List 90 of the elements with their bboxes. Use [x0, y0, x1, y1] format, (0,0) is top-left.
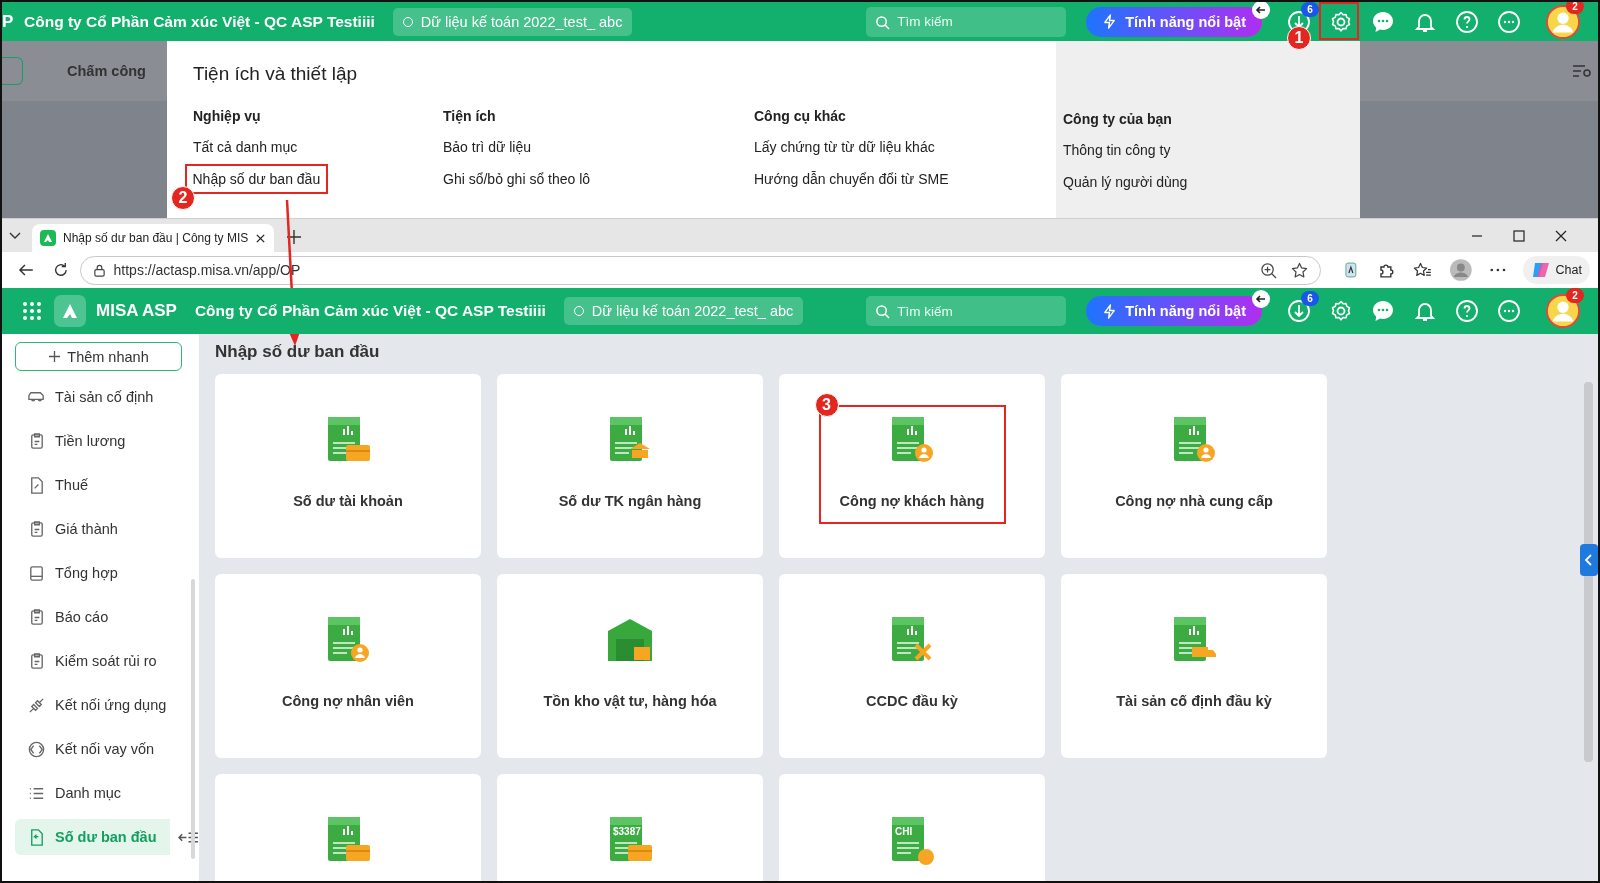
- option-card[interactable]: Tồn kho vật tư, hàng hóa: [497, 574, 763, 758]
- browser-tab[interactable]: Nhập số dư ban đầu | Công ty MIS: [32, 224, 275, 252]
- settings-icon[interactable]: [1329, 299, 1353, 323]
- maximize-icon[interactable]: [1513, 230, 1525, 242]
- scrollbar[interactable]: [1584, 382, 1593, 762]
- sidebar-item[interactable]: Kết nối vay vốn: [15, 731, 177, 767]
- option-card[interactable]: Số dư tài khoản: [215, 374, 481, 558]
- notification-badge: 6: [1301, 2, 1319, 17]
- globe-icon: [27, 739, 46, 759]
- logo-icon: [40, 230, 56, 246]
- sidebar-item[interactable]: Danh mục: [15, 775, 177, 811]
- sidebar-item[interactable]: Kiểm soát rủi ro: [15, 643, 177, 679]
- notification-badge: 6: [1301, 291, 1319, 306]
- lightning-icon: [1102, 303, 1118, 319]
- menu-item[interactable]: Tất cả danh mục: [193, 139, 298, 155]
- step-number: 2: [171, 186, 195, 210]
- profile-icon[interactable]: [1450, 259, 1472, 281]
- close-icon[interactable]: [1555, 230, 1567, 242]
- avatar-icon[interactable]: [1546, 4, 1580, 39]
- notification-badge: 2: [1566, 2, 1584, 14]
- tab[interactable]: Chấm công: [67, 63, 146, 79]
- scrollbar[interactable]: [191, 579, 195, 859]
- apps-grid-icon[interactable]: [22, 301, 42, 321]
- sidebar-item[interactable]: Tổng hợp: [15, 555, 177, 591]
- help-icon[interactable]: [1455, 9, 1479, 34]
- menu-item[interactable]: Hướng dẫn chuyển đổi từ SME: [754, 171, 949, 187]
- more-icon[interactable]: [1489, 267, 1506, 273]
- notification-badge: 2: [1566, 288, 1584, 303]
- puzzle-icon[interactable]: [1377, 261, 1396, 279]
- option-card[interactable]: Số dư TK ngân hàng: [497, 374, 763, 558]
- help-icon[interactable]: [1455, 299, 1479, 323]
- book-icon: [27, 563, 46, 583]
- card-label: Tồn kho vật tư, hàng hóa: [543, 693, 717, 709]
- feature-button[interactable]: Tính năng nổi bật: [1086, 6, 1262, 37]
- menu-item[interactable]: Bảo trì dữ liệu: [443, 139, 531, 155]
- menu-item[interactable]: Lấy chứng từ từ dữ liệu khác: [754, 139, 935, 155]
- logo-icon: [54, 295, 86, 327]
- sidebar-item[interactable]: Giá thành: [15, 511, 177, 547]
- copilot-icon: [1530, 260, 1551, 280]
- new-tab-icon[interactable]: [286, 229, 303, 245]
- sidebar-item[interactable]: Thuế: [15, 467, 177, 503]
- page-title: Nhập số dư ban đầu: [215, 342, 381, 362]
- option-card[interactable]: Công nợ khách hàng 3: [779, 374, 1045, 558]
- sidebar-item[interactable]: Tiền lương: [15, 423, 177, 459]
- sidebar-item[interactable]: Báo cáo: [15, 599, 177, 635]
- close-icon[interactable]: [255, 232, 267, 244]
- search-icon: [875, 304, 891, 319]
- menu-heading: Nghiệp vụ: [193, 108, 262, 124]
- card-label: Số dư tài khoản: [293, 493, 403, 509]
- plus-icon: [48, 350, 62, 363]
- column-settings-icon[interactable]: [1572, 63, 1592, 79]
- option-card[interactable]: Tài sản cố định đầu kỳ: [1061, 574, 1327, 758]
- expand-panel-icon[interactable]: [1580, 544, 1598, 576]
- card-label: Số dư TK ngân hàng: [558, 493, 702, 509]
- search-icon: [875, 14, 891, 30]
- settings-icon[interactable]: [1329, 9, 1353, 34]
- card-label: Công nợ khách hàng: [839, 493, 985, 509]
- chat-button[interactable]: Chat: [1522, 256, 1590, 284]
- lock-icon: [92, 263, 106, 277]
- card-label: CCDC đầu kỳ: [866, 693, 958, 709]
- card-label: Tài sản cố định đầu kỳ: [1116, 693, 1272, 709]
- menu-title: Tiện ích và thiết lập: [193, 63, 359, 85]
- highlight-frame: [1319, 2, 1359, 40]
- menu-item[interactable]: Quản lý người dùng: [1063, 174, 1188, 190]
- menu-heading: Tiện ích: [443, 108, 497, 124]
- star-icon[interactable]: [1290, 261, 1308, 279]
- option-card[interactable]: CCDC đầu kỳ: [779, 574, 1045, 758]
- lightning-icon: [1102, 14, 1118, 29]
- chat-icon[interactable]: [1371, 9, 1395, 34]
- step-number: 1: [1287, 25, 1311, 50]
- menu-heading: Công ty của bạn: [1063, 111, 1173, 127]
- chat-icon[interactable]: [1371, 299, 1395, 323]
- card-label: Công nợ nhân viên: [282, 693, 414, 709]
- zoom-in-icon[interactable]: [1259, 261, 1277, 279]
- favorites-icon[interactable]: [1413, 261, 1433, 279]
- feature-button[interactable]: Tính năng nổi bật: [1086, 296, 1262, 326]
- reload-icon[interactable]: [52, 262, 69, 278]
- sidebar-item[interactable]: Tài sản cố định: [15, 379, 177, 415]
- sidebar-item[interactable]: Kết nối ứng dụng: [15, 687, 177, 723]
- brand-name: MISA ASP: [96, 301, 177, 321]
- option-card[interactable]: Công nợ nhân viên: [215, 574, 481, 758]
- option-card[interactable]: Công nợ nhà cung cấp: [1061, 374, 1327, 558]
- menu-item[interactable]: Ghi sổ/bỏ ghi sổ theo lô: [443, 171, 591, 187]
- back-arrow-icon[interactable]: [1252, 2, 1270, 19]
- logo-text: P: [2, 11, 14, 32]
- step-number: 3: [814, 393, 839, 417]
- card-label: Công nợ nhà cung cấp: [1115, 493, 1273, 509]
- menu-heading: Công cụ khác: [754, 108, 847, 124]
- quick-add-button[interactable]: Thêm nhanh: [15, 342, 182, 371]
- menu-item[interactable]: Thông tin công ty: [1063, 142, 1171, 158]
